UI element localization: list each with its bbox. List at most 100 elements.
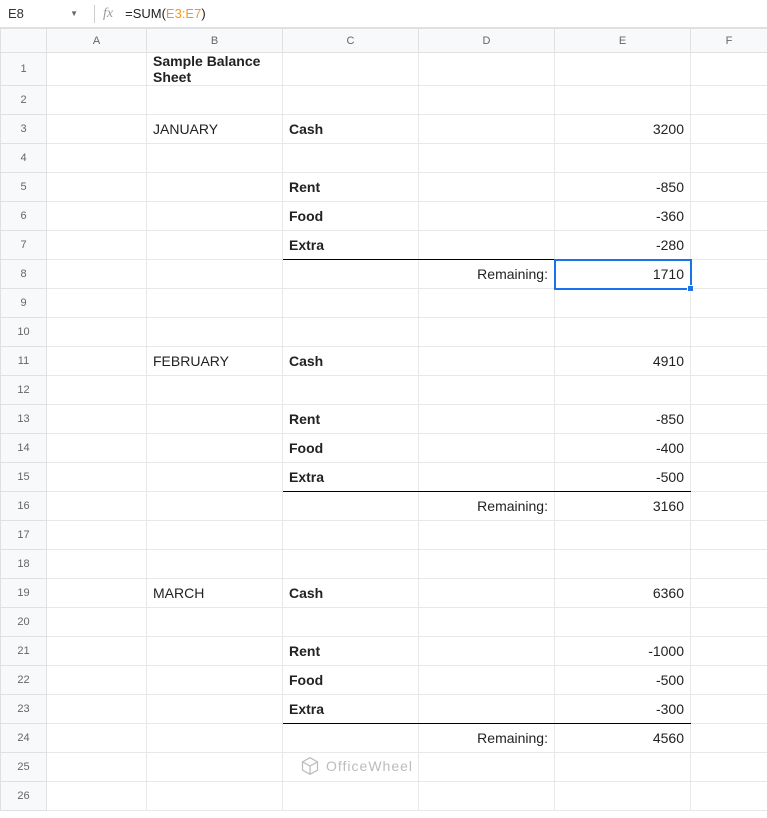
cell-F6[interactable]: [691, 202, 767, 231]
col-header-F[interactable]: F: [691, 29, 767, 53]
cell-B3[interactable]: JANUARY: [147, 115, 283, 144]
cell-B24[interactable]: [147, 724, 283, 753]
cell-E23[interactable]: -300: [555, 695, 691, 724]
row-header-4[interactable]: 4: [1, 144, 47, 173]
cell-E9[interactable]: [555, 289, 691, 318]
cell-F22[interactable]: [691, 666, 767, 695]
cell-A16[interactable]: [47, 492, 147, 521]
cell-D5[interactable]: [419, 173, 555, 202]
cell-C26[interactable]: [283, 782, 419, 811]
cell-F5[interactable]: [691, 173, 767, 202]
cell-E26[interactable]: [555, 782, 691, 811]
cell-E15[interactable]: -500: [555, 463, 691, 492]
row-header-7[interactable]: 7: [1, 231, 47, 260]
row-header-18[interactable]: 18: [1, 550, 47, 579]
cell-A11[interactable]: [47, 347, 147, 376]
row-header-10[interactable]: 10: [1, 318, 47, 347]
cell-D14[interactable]: [419, 434, 555, 463]
cell-C10[interactable]: [283, 318, 419, 347]
cell-B8[interactable]: [147, 260, 283, 289]
cell-A25[interactable]: [47, 753, 147, 782]
cell-F11[interactable]: [691, 347, 767, 376]
cell-E11[interactable]: 4910: [555, 347, 691, 376]
cell-F18[interactable]: [691, 550, 767, 579]
cell-D26[interactable]: [419, 782, 555, 811]
cell-F17[interactable]: [691, 521, 767, 550]
cell-F21[interactable]: [691, 637, 767, 666]
cell-E21[interactable]: -1000: [555, 637, 691, 666]
cell-D16[interactable]: Remaining:: [419, 492, 555, 521]
cell-F2[interactable]: [691, 86, 767, 115]
row-header-17[interactable]: 17: [1, 521, 47, 550]
selection-handle[interactable]: [687, 285, 694, 292]
cell-B23[interactable]: [147, 695, 283, 724]
cell-C23[interactable]: Extra: [283, 695, 419, 724]
row-header-24[interactable]: 24: [1, 724, 47, 753]
cell-E12[interactable]: [555, 376, 691, 405]
col-header-B[interactable]: B: [147, 29, 283, 53]
cell-F4[interactable]: [691, 144, 767, 173]
cell-B14[interactable]: [147, 434, 283, 463]
cell-E25[interactable]: [555, 753, 691, 782]
cell-D9[interactable]: [419, 289, 555, 318]
cell-D8[interactable]: Remaining:: [419, 260, 555, 289]
cell-F14[interactable]: [691, 434, 767, 463]
cell-C18[interactable]: [283, 550, 419, 579]
row-header-20[interactable]: 20: [1, 608, 47, 637]
cell-E1[interactable]: [555, 53, 691, 86]
cell-E7[interactable]: -280: [555, 231, 691, 260]
cell-C24[interactable]: [283, 724, 419, 753]
fx-icon[interactable]: fx: [103, 6, 113, 22]
cell-C7[interactable]: Extra: [283, 231, 419, 260]
cell-B21[interactable]: [147, 637, 283, 666]
cell-E16[interactable]: 3160: [555, 492, 691, 521]
cell-C16[interactable]: [283, 492, 419, 521]
cell-F26[interactable]: [691, 782, 767, 811]
cell-B18[interactable]: [147, 550, 283, 579]
cell-B7[interactable]: [147, 231, 283, 260]
cell-E6[interactable]: -360: [555, 202, 691, 231]
cell-F23[interactable]: [691, 695, 767, 724]
cell-D2[interactable]: [419, 86, 555, 115]
cell-A23[interactable]: [47, 695, 147, 724]
formula-input[interactable]: =SUM(E3:E7): [125, 6, 767, 21]
cell-B2[interactable]: [147, 86, 283, 115]
cell-F20[interactable]: [691, 608, 767, 637]
row-header-14[interactable]: 14: [1, 434, 47, 463]
row-header-13[interactable]: 13: [1, 405, 47, 434]
cell-E18[interactable]: [555, 550, 691, 579]
row-header-6[interactable]: 6: [1, 202, 47, 231]
cell-E13[interactable]: -850: [555, 405, 691, 434]
cell-C13[interactable]: Rent: [283, 405, 419, 434]
cell-B15[interactable]: [147, 463, 283, 492]
cell-D24[interactable]: Remaining:: [419, 724, 555, 753]
cell-E24[interactable]: 4560: [555, 724, 691, 753]
cell-F19[interactable]: [691, 579, 767, 608]
cell-A14[interactable]: [47, 434, 147, 463]
cell-D12[interactable]: [419, 376, 555, 405]
cell-E19[interactable]: 6360: [555, 579, 691, 608]
row-header-9[interactable]: 9: [1, 289, 47, 318]
cell-C4[interactable]: [283, 144, 419, 173]
cell-B19[interactable]: MARCH: [147, 579, 283, 608]
cell-D25[interactable]: [419, 753, 555, 782]
cell-F8[interactable]: [691, 260, 767, 289]
cell-F24[interactable]: [691, 724, 767, 753]
cell-F10[interactable]: [691, 318, 767, 347]
cell-C20[interactable]: [283, 608, 419, 637]
cell-D19[interactable]: [419, 579, 555, 608]
cell-E22[interactable]: -500: [555, 666, 691, 695]
cell-B11[interactable]: FEBRUARY: [147, 347, 283, 376]
cell-D7[interactable]: [419, 231, 555, 260]
col-header-A[interactable]: A: [47, 29, 147, 53]
row-header-1[interactable]: 1: [1, 53, 47, 86]
cell-C22[interactable]: Food: [283, 666, 419, 695]
cell-A12[interactable]: [47, 376, 147, 405]
cell-B16[interactable]: [147, 492, 283, 521]
cell-C17[interactable]: [283, 521, 419, 550]
cell-E17[interactable]: [555, 521, 691, 550]
row-header-25[interactable]: 25: [1, 753, 47, 782]
cell-A4[interactable]: [47, 144, 147, 173]
cell-D18[interactable]: [419, 550, 555, 579]
row-header-26[interactable]: 26: [1, 782, 47, 811]
